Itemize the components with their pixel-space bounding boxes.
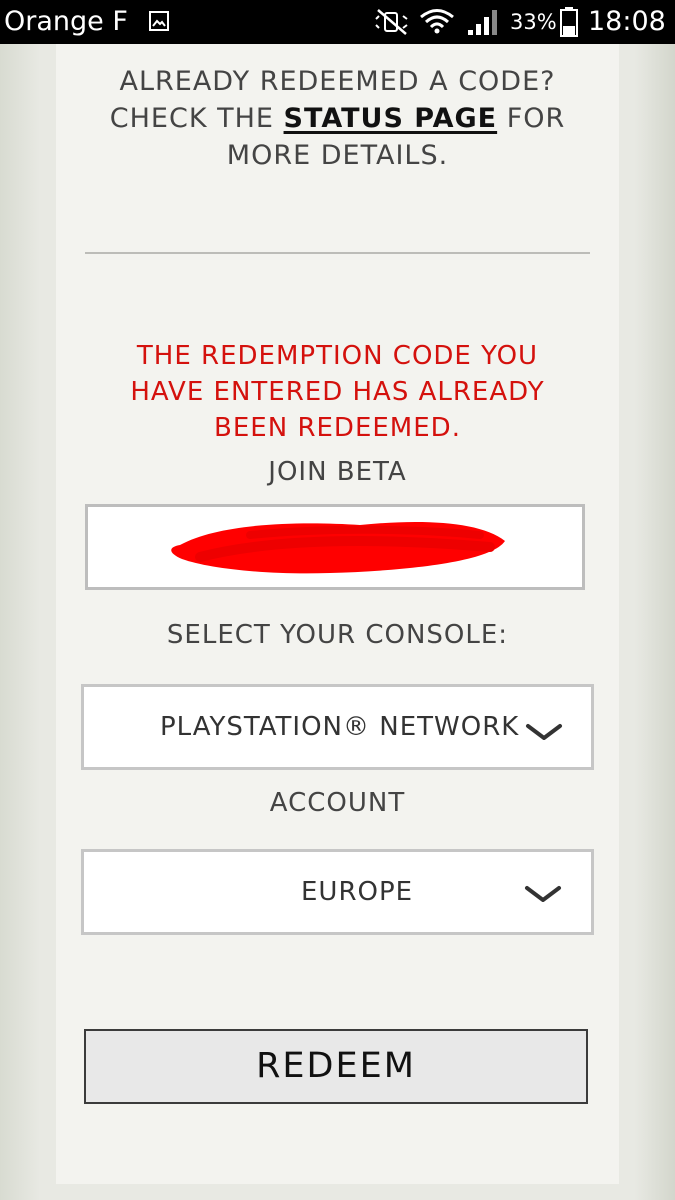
status-notice: ALREADY REDEEMED A CODE? CHECK THE STATU… <box>0 63 675 174</box>
account-label: ACCOUNT <box>269 788 406 818</box>
chevron-down-icon <box>525 886 561 902</box>
divider <box>85 252 590 254</box>
error-line-3: BEEN REDEEMED. <box>214 413 461 443</box>
picture-icon <box>149 11 169 31</box>
error-line-1: THE REDEMPTION CODE YOU <box>136 341 539 371</box>
notice-prefix: CHECK THE <box>109 103 284 134</box>
error-message: THE REDEMPTION CODE YOU HAVE ENTERED HAS… <box>0 338 675 446</box>
join-beta-label: JOIN BETA <box>268 457 407 487</box>
redaction-scribble <box>171 522 505 574</box>
region-select-value: EUROPE <box>301 877 414 907</box>
notice-line-2: CHECK THE STATUS PAGE FOR <box>0 100 675 137</box>
error-line-2: HAVE ENTERED HAS ALREADY <box>130 377 545 407</box>
carrier-name: Orange F <box>4 6 128 37</box>
signal-icon <box>468 10 497 35</box>
console-select[interactable]: PLAYSTATION® NETWORK <box>81 684 594 770</box>
notice-line-3: MORE DETAILS. <box>226 140 449 171</box>
chevron-down-icon <box>526 724 562 740</box>
status-page-link[interactable]: STATUS PAGE <box>284 103 498 134</box>
redeem-button[interactable]: REDEEM <box>84 1029 588 1104</box>
clock: 18:08 <box>588 6 666 37</box>
notice-line-1: ALREADY REDEEMED A CODE? <box>119 66 556 97</box>
wifi-icon <box>420 9 454 34</box>
notice-suffix: FOR <box>497 103 566 134</box>
battery-icon <box>560 7 578 37</box>
mute-icon <box>375 9 408 35</box>
console-select-value: PLAYSTATION® NETWORK <box>160 712 520 742</box>
content-panel <box>56 44 619 1184</box>
region-select[interactable]: EUROPE <box>81 849 594 935</box>
redemption-code-field[interactable] <box>85 504 585 590</box>
status-bar: Orange F 33% 18:08 <box>0 0 675 44</box>
select-console-label: SELECT YOUR CONSOLE: <box>166 620 509 650</box>
battery-percent: 33% <box>510 10 557 34</box>
